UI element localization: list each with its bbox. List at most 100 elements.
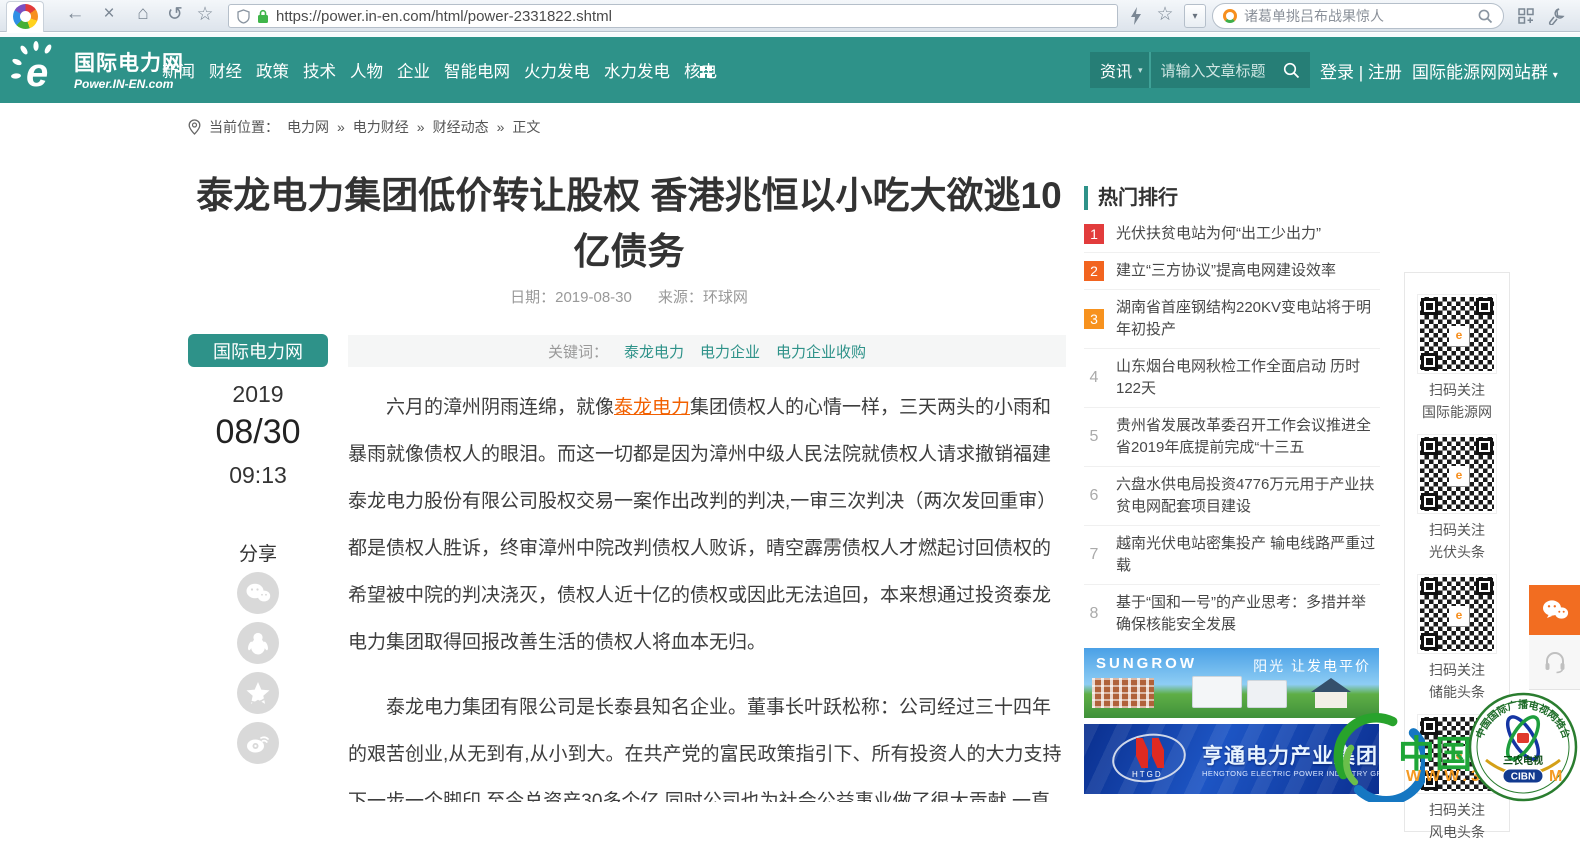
keyword-link-tailong[interactable]: 泰龙电力 bbox=[624, 341, 684, 362]
list-item[interactable]: 8 基于“国和一号”的产业思考：多措并举确保核能安全发展 bbox=[1084, 585, 1380, 643]
float-wechat-button[interactable] bbox=[1529, 585, 1580, 635]
breadcrumb-item-power[interactable]: 电力网 bbox=[287, 117, 329, 137]
keyword-link-acquisition[interactable]: 电力企业收购 bbox=[776, 341, 866, 362]
search-category[interactable]: 资讯 bbox=[1090, 58, 1138, 82]
url-dropdown-button[interactable]: ▾ bbox=[1184, 4, 1206, 28]
stop-icon[interactable]: × bbox=[96, 3, 122, 25]
browser-chrome: ← × ⌂ ↺ ☆ https://power.in-en.com/html/p… bbox=[0, 0, 1580, 32]
nav-item-policy[interactable]: 政策 bbox=[256, 58, 289, 82]
sites-group-menu[interactable]: 国际能源网网站群 ▾ bbox=[1412, 58, 1558, 83]
nav-item-tech[interactable]: 技术 bbox=[303, 58, 336, 82]
site-badge-button[interactable]: 国际电力网 bbox=[188, 334, 328, 367]
qr-code-storage: e bbox=[1417, 574, 1497, 654]
nav-item-people[interactable]: 人物 bbox=[350, 58, 383, 82]
hengtong-logo-text: HTGD bbox=[1132, 770, 1163, 779]
favorites-star-icon[interactable]: ☆ bbox=[1152, 3, 1178, 26]
breadcrumb-sep: » bbox=[416, 119, 425, 135]
sites-group-label: 国际能源网网站群 bbox=[1412, 63, 1548, 82]
float-service-button[interactable] bbox=[1529, 635, 1580, 690]
qr-caption: 扫码关注 bbox=[1429, 802, 1485, 818]
hot-item-text[interactable]: 山东烟台电网秋检工作全面启动 历时122天 bbox=[1116, 356, 1380, 400]
keywords-bar: 关键词： 泰龙电力 电力企业 电力企业收购 bbox=[348, 335, 1066, 367]
inline-keyword-link[interactable]: 泰龙电力 bbox=[614, 397, 690, 418]
list-item[interactable]: 7 越南光伏电站密集投产 输电线路严重过载 bbox=[1084, 526, 1380, 585]
breadcrumb: 当前位置： 电力网 » 电力财经 » 财经动态 » 正文 bbox=[188, 117, 540, 137]
hot-item-text[interactable]: 光伏扶贫电站为何“出工少出力” bbox=[1116, 223, 1321, 245]
nav-item-smart-grid[interactable]: 智能电网 bbox=[444, 58, 510, 82]
sungrow-ad-banner[interactable]: SUNGROW 阳光 让发电平价 bbox=[1084, 648, 1379, 718]
tools-wrench-icon[interactable] bbox=[1548, 7, 1566, 25]
home-icon[interactable]: ⌂ bbox=[130, 3, 156, 25]
back-icon[interactable]: ← bbox=[62, 3, 88, 25]
qr-center-logo-icon: e bbox=[1449, 606, 1469, 626]
qr-code-solar: e bbox=[1417, 434, 1497, 514]
url-bar[interactable]: https://power.in-en.com/html/power-23318… bbox=[228, 4, 1118, 28]
hot-item-text[interactable]: 贵州省发展改革委召开工作会议推进全省2019年底提前完成“十三五 bbox=[1116, 415, 1380, 459]
browser-tab[interactable] bbox=[6, 1, 44, 32]
hot-ranking-panel: 热门排行 1 光伏扶贫电站为何“出工少出力” 2 建立“三方协议”提高电网建设效… bbox=[1084, 186, 1380, 643]
refresh-icon[interactable]: ↺ bbox=[162, 3, 188, 26]
nav-more-grid-icon[interactable] bbox=[700, 66, 712, 78]
rank-number: 6 bbox=[1089, 487, 1099, 504]
share-qzone-icon[interactable] bbox=[237, 672, 279, 714]
qr-item: e 扫码关注 光伏头条 bbox=[1417, 434, 1497, 563]
breadcrumb-item-trends[interactable]: 财经动态 bbox=[433, 117, 489, 137]
search-engine-icon bbox=[1223, 9, 1237, 23]
breadcrumb-item-finance[interactable]: 电力财经 bbox=[353, 117, 409, 137]
header-search-box[interactable]: 资讯 ▾ 请输入文章标题 bbox=[1090, 52, 1310, 88]
keyword-link-power-enterprise[interactable]: 电力企业 bbox=[700, 341, 760, 362]
bookmark-star-icon[interactable]: ☆ bbox=[192, 3, 218, 26]
svg-text:e: e bbox=[26, 51, 48, 95]
qr-caption: 扫码关注 bbox=[1429, 382, 1485, 398]
browser-search-box[interactable]: 诸葛单挑吕布战果惊人 bbox=[1212, 3, 1504, 29]
lightning-icon[interactable] bbox=[1130, 7, 1142, 25]
source-label: 来源： bbox=[657, 289, 703, 306]
hot-item-text[interactable]: 湖南省首座钢结构220KV变电站将于明年初投产 bbox=[1116, 297, 1380, 341]
cibn-center-text: 三农电视 bbox=[1503, 754, 1543, 767]
ad-house-roof-graphic bbox=[1311, 678, 1351, 692]
list-item[interactable]: 3 湖南省首座钢结构220KV变电站将于明年初投产 bbox=[1084, 290, 1380, 349]
apps-grid-icon[interactable] bbox=[1518, 8, 1534, 24]
list-item[interactable]: 1 光伏扶贫电站为何“出工少出力” bbox=[1084, 216, 1380, 253]
rank-badge: 2 bbox=[1084, 261, 1104, 281]
list-item[interactable]: 2 建立“三方协议”提高电网建设效率 bbox=[1084, 253, 1380, 290]
list-item[interactable]: 4 山东烟台电网秋检工作全面启动 历时122天 bbox=[1084, 349, 1380, 408]
sites-group-caret-icon: ▾ bbox=[1552, 70, 1558, 81]
header-search-input[interactable]: 请输入文章标题 bbox=[1151, 60, 1283, 81]
qr-item: e 扫码关注 国际能源网 bbox=[1417, 294, 1497, 423]
share-label: 分享 bbox=[238, 544, 277, 565]
nav-item-hydro[interactable]: 水力发电 bbox=[604, 58, 670, 82]
hot-item-text[interactable]: 越南光伏电站密集投产 输电线路严重过载 bbox=[1116, 533, 1380, 577]
search-icon[interactable] bbox=[1478, 9, 1493, 24]
share-wechat-icon[interactable] bbox=[237, 572, 279, 614]
qr-caption: 扫码关注 bbox=[1429, 522, 1485, 538]
nav-item-thermal[interactable]: 火力发电 bbox=[524, 58, 590, 82]
qr-caption: 风电头条 bbox=[1429, 824, 1485, 840]
nav-item-finance[interactable]: 财经 bbox=[209, 58, 242, 82]
login-link[interactable]: 登录 bbox=[1320, 63, 1354, 82]
rank-badge: 1 bbox=[1084, 224, 1104, 244]
browser-search-text: 诸葛单挑吕布战果惊人 bbox=[1244, 8, 1384, 24]
register-link[interactable]: 注册 bbox=[1368, 63, 1402, 82]
hengtong-logo-icon bbox=[1136, 738, 1166, 768]
hot-item-text[interactable]: 基于“国和一号”的产业思考：多措并举确保核能安全发展 bbox=[1116, 592, 1380, 636]
search-category-caret-icon: ▾ bbox=[1138, 64, 1143, 75]
share-weibo-icon[interactable] bbox=[237, 722, 279, 764]
sannong-url-tail: M bbox=[1549, 768, 1563, 785]
search-icon[interactable] bbox=[1283, 62, 1300, 79]
publish-year: 2019 bbox=[232, 381, 284, 407]
headset-icon bbox=[1545, 652, 1564, 674]
nav-item-news[interactable]: 新闻 bbox=[162, 58, 195, 82]
list-item[interactable]: 5 贵州省发展改革委召开工作会议推进全省2019年底提前完成“十三五 bbox=[1084, 408, 1380, 467]
site-logo[interactable]: e 国际电力网 Power.IN-EN.com bbox=[10, 40, 184, 98]
hot-item-text[interactable]: 六盘水供电局投资4776万元用于产业扶贫电网配套项目建设 bbox=[1116, 474, 1380, 518]
para1-text: 集团债权人的心情一样，三天两头的小雨和暴雨就像债权人的眼泪。而这一切都是因为漳州… bbox=[348, 397, 1057, 653]
share-qq-icon[interactable] bbox=[237, 622, 279, 664]
article-date: 2019-08-30 bbox=[555, 289, 632, 306]
qr-caption: 扫码关注 bbox=[1429, 662, 1485, 678]
hot-item-text[interactable]: 建立“三方协议”提高电网建设效率 bbox=[1116, 260, 1336, 282]
wechat-icon bbox=[1542, 600, 1568, 619]
ad-inverter-graphic bbox=[1192, 676, 1242, 708]
nav-item-enterprise[interactable]: 企业 bbox=[397, 58, 430, 82]
list-item[interactable]: 6 六盘水供电局投资4776万元用于产业扶贫电网配套项目建设 bbox=[1084, 467, 1380, 526]
